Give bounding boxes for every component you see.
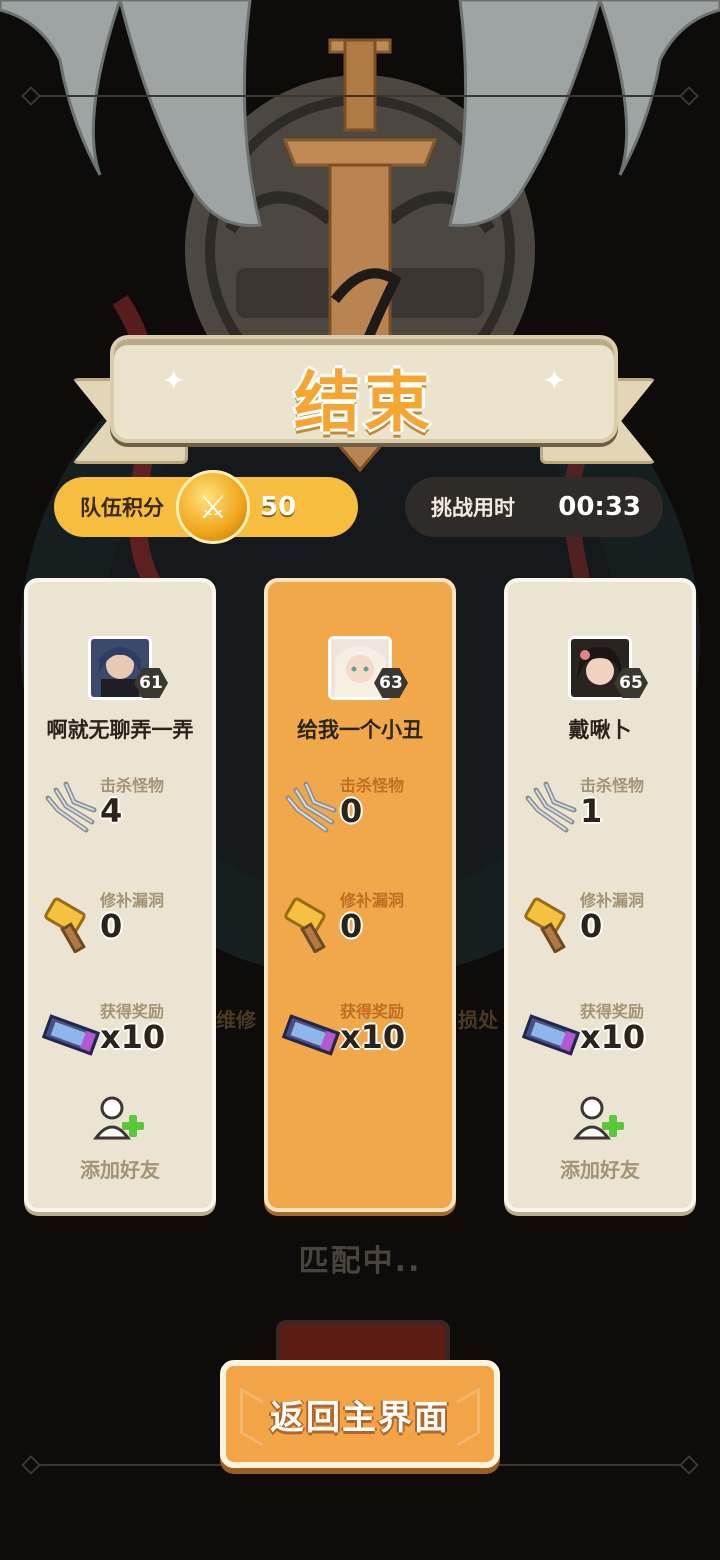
stat-value: x10 — [580, 1018, 646, 1056]
add-friend-icon — [572, 1092, 628, 1148]
matching-status: 匹配中.. — [298, 1244, 422, 1279]
background-text: 损处 — [458, 1008, 498, 1032]
result-banner: ✦ 结束 ✦ — [110, 335, 618, 443]
add-friend-label: 添加好友 — [560, 1158, 640, 1182]
add-friend-label: 添加好友 — [80, 1158, 160, 1182]
team-score-pill: 队伍积分 ⚔ 50 — [54, 470, 358, 544]
add-friend-button[interactable]: 添加好友 — [508, 1092, 692, 1183]
return-main-button[interactable]: 返回主界面 — [220, 1360, 500, 1468]
stat-value: 0 — [100, 907, 123, 945]
button-decoration — [240, 1387, 263, 1447]
stat-value: 4 — [100, 792, 123, 830]
player-card-self: 63 给我一个小丑 击杀怪物 0 修补漏洞 0 获得奖励 x10 — [264, 578, 456, 1212]
stat-repairs: 修补漏洞 0 — [42, 887, 202, 957]
challenge-time-pill: 挑战用时 00:33 — [405, 477, 663, 537]
stat-kills: 击杀怪物 0 — [282, 772, 442, 842]
stat-value: x10 — [100, 1018, 166, 1056]
ticket-icon — [522, 1014, 580, 1056]
add-friend-icon — [92, 1092, 148, 1148]
team-score-label: 队伍积分 — [80, 496, 164, 520]
stat-value: 0 — [340, 907, 363, 945]
player-name: 给我一个小丑 — [297, 718, 423, 742]
player-avatar: 65 — [568, 636, 648, 700]
player-card: 65 戴啾卜 击杀怪物 1 修补漏洞 0 获得奖励 x10 添加好友 — [504, 578, 696, 1212]
add-friend-button[interactable]: 添加好友 — [28, 1092, 212, 1183]
hammer-icon — [44, 897, 86, 953]
hammer-icon — [284, 897, 326, 953]
team-score-value: 50 — [260, 492, 297, 522]
stat-rewards: 获得奖励 x10 — [522, 998, 682, 1068]
player-avatar: 63 — [328, 636, 408, 700]
stat-value: 0 — [340, 792, 363, 830]
stat-repairs: 修补漏洞 0 — [522, 887, 682, 957]
player-name: 戴啾卜 — [568, 718, 632, 742]
ticket-icon — [42, 1014, 100, 1056]
background-text: 维修 — [216, 1008, 256, 1032]
stat-rewards: 获得奖励 x10 — [282, 998, 442, 1068]
stat-kills: 击杀怪物 1 — [522, 772, 682, 842]
stat-rewards: 获得奖励 x10 — [42, 998, 202, 1068]
stat-repairs: 修补漏洞 0 — [282, 887, 442, 957]
hammer-icon — [524, 897, 566, 953]
return-main-label: 返回主界面 — [270, 1397, 450, 1438]
sparkle-icon: ✦ — [542, 364, 566, 397]
trident-icon — [45, 781, 97, 833]
coin-icon: ⚔ — [176, 470, 250, 544]
player-name: 啊就无聊弄一弄 — [46, 718, 194, 742]
trident-icon — [525, 781, 577, 833]
stat-value: 1 — [580, 792, 603, 830]
stat-kills: 击杀怪物 4 — [42, 772, 202, 842]
player-avatar: 61 — [88, 636, 168, 700]
stat-value: x10 — [340, 1018, 406, 1056]
stat-value: 0 — [580, 907, 603, 945]
trident-icon — [285, 781, 337, 833]
banner-title: 结束 — [294, 364, 434, 441]
challenge-time-value: 00:33 — [558, 492, 641, 522]
top-divider — [28, 95, 692, 97]
player-card: 61 啊就无聊弄一弄 击杀怪物 4 修补漏洞 0 获得奖励 x10 添加好友 — [24, 578, 216, 1212]
button-decoration — [457, 1387, 480, 1447]
challenge-time-label: 挑战用时 — [431, 496, 515, 520]
ticket-icon — [282, 1014, 340, 1056]
